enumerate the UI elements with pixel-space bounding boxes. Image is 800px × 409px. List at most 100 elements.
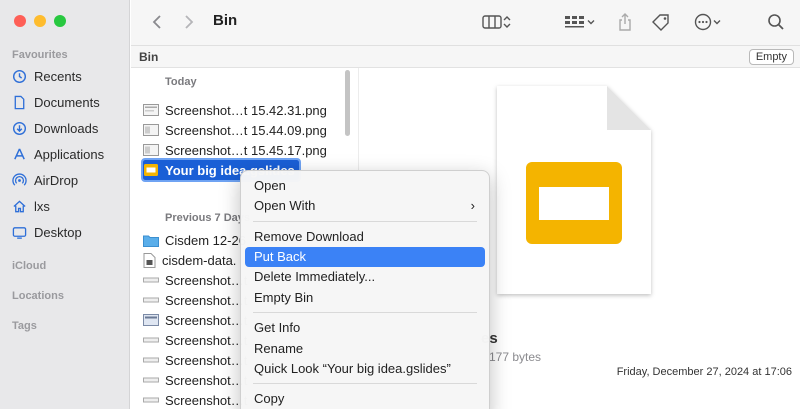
list-item[interactable]: cisdem-data. — [143, 250, 236, 270]
sidebar-section-icloud[interactable]: iCloud — [12, 260, 46, 272]
sidebar-item-home[interactable]: lxs — [12, 196, 50, 216]
folder-icon — [143, 235, 159, 247]
columns-view-icon — [482, 15, 502, 29]
document-file-icon — [143, 252, 156, 268]
back-button[interactable] — [147, 12, 167, 32]
image-file-icon — [143, 314, 159, 326]
menu-item-rename[interactable]: Rename — [245, 339, 485, 359]
sidebar-item-applications[interactable]: Applications — [12, 144, 104, 164]
sidebar-item-desktop[interactable]: Desktop — [12, 222, 82, 242]
menu-item-open[interactable]: Open — [245, 176, 485, 196]
path-bar: Bin Empty — [131, 46, 800, 68]
sidebar-item-label: AirDrop — [34, 172, 79, 188]
more-actions-button[interactable] — [691, 12, 725, 32]
image-file-icon — [143, 397, 159, 403]
file-name: Screenshot…t — [165, 292, 248, 308]
list-item[interactable]: Screenshot…t — [143, 390, 247, 409]
list-item[interactable]: Screenshot…t — [143, 350, 247, 370]
menu-separator — [253, 221, 477, 222]
sidebar-item-airdrop[interactable]: AirDrop — [12, 170, 78, 190]
chevron-down-icon — [587, 20, 595, 25]
applications-icon — [14, 148, 25, 159]
image-file-icon — [143, 337, 159, 343]
image-file-icon — [143, 357, 159, 363]
image-file-icon — [143, 297, 159, 303]
preview-file-size: 177 bytes — [489, 350, 542, 364]
slides-file-icon — [144, 164, 158, 176]
image-file-icon — [143, 104, 159, 116]
sidebar-item-downloads[interactable]: Downloads — [12, 118, 98, 138]
list-item[interactable]: Screenshot…t — [143, 310, 247, 330]
file-name: cisdem-data. — [162, 252, 237, 268]
search-button[interactable] — [765, 12, 787, 32]
image-file-icon — [143, 277, 159, 283]
list-item[interactable]: Cisdem 12-26 — [143, 230, 246, 250]
chevron-down-icon — [713, 20, 721, 25]
list-item[interactable]: Screenshot…t — [143, 370, 247, 390]
tag-button[interactable] — [649, 12, 673, 32]
file-name: Screenshot…t — [165, 392, 248, 408]
view-mode-button[interactable] — [477, 12, 517, 32]
sidebar-item-label: Documents — [34, 94, 100, 110]
file-name: Cisdem 12-26 — [165, 232, 246, 248]
file-name: Screenshot…t — [165, 332, 248, 348]
menu-item-label: Open With — [254, 198, 316, 213]
context-menu: Open Open With › Remove Download Put Bac… — [240, 170, 490, 409]
forward-button[interactable] — [179, 12, 199, 32]
group-by-button[interactable] — [561, 12, 599, 32]
sidebar-section-locations[interactable]: Locations — [12, 290, 64, 302]
file-name: Screenshot…t — [165, 352, 248, 368]
close-window-button[interactable] — [14, 15, 26, 27]
preview-modified-date: Friday, December 27, 2024 at 17:06 — [616, 366, 792, 378]
menu-item-remove-download[interactable]: Remove Download — [245, 227, 485, 247]
menu-separator — [253, 312, 477, 313]
minimize-window-button[interactable] — [34, 15, 46, 27]
sidebar-section-favourites: Favourites — [12, 49, 68, 61]
list-item[interactable]: Screenshot…t — [143, 290, 247, 310]
share-icon — [619, 13, 631, 31]
list-item[interactable]: Screenshot…t 15.45.17.png — [143, 140, 327, 160]
image-file-icon — [143, 144, 159, 156]
clock-icon — [12, 69, 27, 83]
image-file-icon — [143, 124, 159, 136]
menu-item-empty-bin[interactable]: Empty Bin — [245, 288, 485, 308]
list-item[interactable]: Screenshot…t — [143, 270, 247, 290]
file-name: Screenshot…t 15.42.31.png — [165, 102, 327, 118]
list-scrollbar[interactable] — [345, 70, 350, 136]
empty-bin-button[interactable]: Empty — [748, 49, 794, 65]
download-icon — [12, 121, 27, 135]
home-icon — [13, 199, 26, 212]
sidebar: Favourites Recents Documents Downloads A… — [0, 0, 130, 409]
list-item[interactable]: Screenshot…t 15.44.09.png — [143, 120, 327, 140]
desktop-icon — [12, 226, 27, 239]
menu-item-get-info[interactable]: Get Info — [245, 318, 485, 338]
file-name: Screenshot…t — [165, 372, 248, 388]
group-header-today: Today — [165, 76, 197, 88]
group-header-previous: Previous 7 Days — [165, 212, 250, 224]
sidebar-item-label: Applications — [34, 146, 105, 162]
menu-item-copy[interactable]: Copy — [245, 389, 485, 409]
sidebar-item-recents[interactable]: Recents — [12, 66, 82, 86]
menu-item-open-with[interactable]: Open With › — [245, 196, 485, 216]
document-icon — [14, 95, 25, 109]
list-item[interactable]: Screenshot…t 15.42.31.png — [143, 100, 327, 120]
toolbar: Bin — [131, 0, 800, 46]
sidebar-item-label: Downloads — [34, 120, 99, 136]
file-name: Screenshot…t 15.44.09.png — [165, 122, 327, 138]
share-button[interactable] — [615, 12, 635, 32]
sidebar-item-label: Recents — [34, 68, 82, 84]
sidebar-item-documents[interactable]: Documents — [12, 92, 100, 112]
list-item[interactable]: Screenshot…t — [143, 330, 247, 350]
menu-item-put-back[interactable]: Put Back — [245, 247, 485, 267]
window-controls — [14, 15, 66, 27]
search-icon — [768, 14, 784, 30]
file-name: Screenshot…t — [165, 272, 248, 288]
zoom-window-button[interactable] — [54, 15, 66, 27]
menu-item-quick-look[interactable]: Quick Look “Your big idea.gslides” — [245, 359, 485, 379]
file-name: Screenshot…t 15.45.17.png — [165, 142, 327, 158]
menu-item-delete-immediately[interactable]: Delete Immediately... — [245, 267, 485, 287]
menu-separator — [253, 383, 477, 384]
sidebar-section-tags[interactable]: Tags — [12, 320, 37, 332]
chevron-right-icon — [185, 15, 194, 29]
sidebar-item-label: lxs — [34, 198, 50, 214]
